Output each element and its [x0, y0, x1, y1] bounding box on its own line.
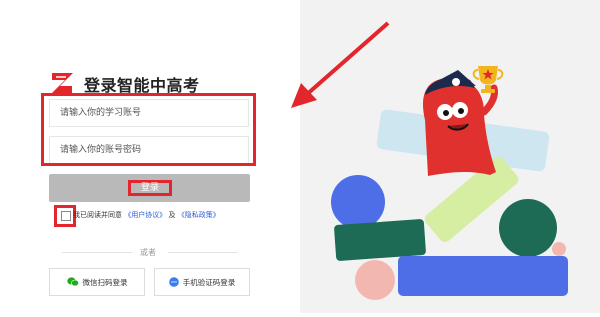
credentials-highlight-box: [41, 93, 256, 166]
agreement-and: 及: [168, 211, 176, 219]
wechat-login-button[interactable]: 微信扫码登录: [49, 268, 145, 296]
user-agreement-link[interactable]: 《用户协议》: [124, 211, 166, 219]
logo-icon: [52, 73, 73, 93]
divider-line-right: [168, 252, 238, 253]
agreement-text: 我已阅读并同意 《用户协议》 及 《隐私政策》: [73, 210, 220, 220]
wechat-icon: [66, 277, 79, 287]
phone-login-button[interactable]: 手机验证码登录: [154, 268, 250, 296]
phone-login-label: 手机验证码登录: [182, 277, 236, 287]
wechat-login-label: 微信扫码登录: [82, 277, 128, 287]
login-button-label: 登录: [128, 180, 172, 196]
divider-line-left: [62, 252, 132, 253]
agreement-checkbox[interactable]: [61, 211, 71, 221]
privacy-policy-link[interactable]: 《隐私政策》: [178, 211, 220, 219]
divider-text: 或者: [140, 248, 156, 257]
chat-bubble-icon: [168, 277, 179, 287]
agreement-prefix: 我已阅读并同意: [73, 211, 122, 219]
red-arrow-annotation: [291, 21, 390, 108]
login-panel: 登录智能中高考 登录 我已阅读并同意 《用户协议》 及 《隐私政策》 或者 微信…: [0, 0, 300, 313]
